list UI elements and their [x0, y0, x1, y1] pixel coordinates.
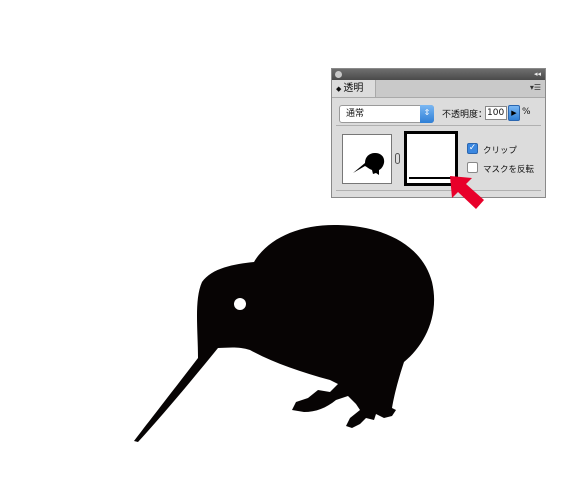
pointer-arrow-icon [450, 176, 484, 209]
